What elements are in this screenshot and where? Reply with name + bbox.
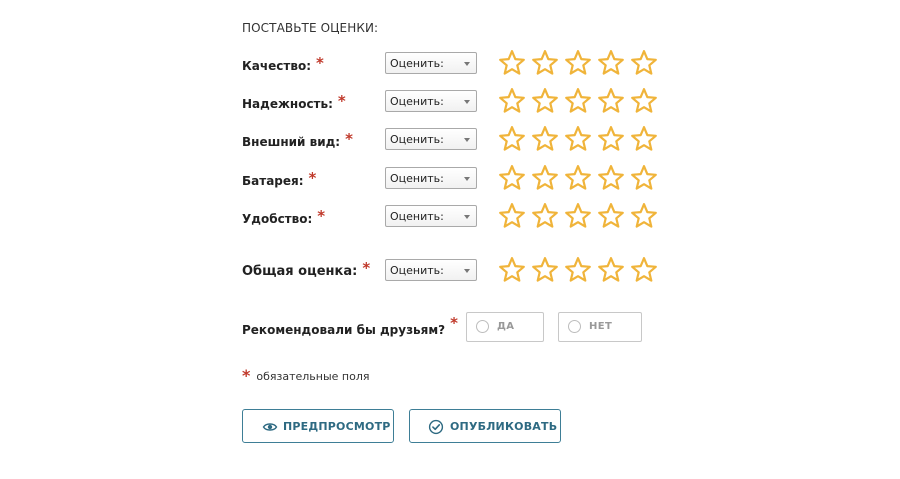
- star-outline-icon[interactable]: [564, 87, 592, 115]
- rating-row-quality: Качество: * Оценить:: [242, 49, 682, 77]
- required-mark: *: [316, 54, 324, 72]
- rating-select[interactable]: Оценить:: [385, 52, 477, 74]
- rating-row-appearance: Внешний вид: * Оценить:: [242, 125, 682, 153]
- rating-label: Батарея: *: [242, 169, 317, 188]
- star-outline-icon[interactable]: [630, 87, 658, 115]
- rating-select[interactable]: Оценить:: [385, 90, 477, 112]
- required-mark: *: [317, 207, 326, 225]
- rating-label: Внешний вид: *: [242, 130, 353, 149]
- chevron-down-icon: [464, 62, 470, 66]
- chevron-down-icon: [464, 177, 470, 181]
- required-mark: *: [337, 92, 346, 110]
- star-outline-icon[interactable]: [498, 164, 526, 192]
- eye-icon: [262, 423, 278, 431]
- required-mark: *: [242, 366, 251, 385]
- star-outline-icon[interactable]: [531, 87, 559, 115]
- star-outline-icon[interactable]: [630, 125, 658, 153]
- star-outline-icon[interactable]: [498, 87, 526, 115]
- star-outline-icon[interactable]: [498, 125, 526, 153]
- star-outline-icon[interactable]: [564, 256, 592, 284]
- required-note: * обязательные поля: [242, 366, 370, 385]
- star-outline-icon[interactable]: [597, 125, 625, 153]
- rating-row-battery: Батарея: * Оценить:: [242, 164, 682, 192]
- rating-select[interactable]: Оценить:: [385, 205, 477, 227]
- recommend-yes-option[interactable]: ДА: [466, 312, 544, 342]
- chevron-down-icon: [464, 269, 470, 273]
- chevron-down-icon: [464, 138, 470, 142]
- star-outline-icon[interactable]: [597, 256, 625, 284]
- required-mark: *: [308, 169, 317, 187]
- star-outline-icon[interactable]: [630, 49, 658, 77]
- required-mark: *: [362, 259, 371, 277]
- rating-row-overall: Общая оценка: * Оценить:: [242, 256, 682, 284]
- rating-row-convenience: Удобство: * Оценить:: [242, 202, 682, 230]
- required-mark: *: [450, 314, 458, 332]
- publish-button[interactable]: ОПУБЛИКОВАТЬ: [409, 409, 561, 443]
- star-outline-icon[interactable]: [597, 164, 625, 192]
- rating-label: Качество: *: [242, 54, 324, 73]
- rating-label: Общая оценка: *: [242, 259, 371, 279]
- rating-row-reliability: Надежность: * Оценить:: [242, 87, 682, 115]
- rating-select[interactable]: Оценить:: [385, 128, 477, 150]
- star-outline-icon[interactable]: [564, 49, 592, 77]
- rating-select[interactable]: Оценить:: [385, 167, 477, 189]
- star-outline-icon[interactable]: [531, 125, 559, 153]
- form-heading: ПОСТАВЬТЕ ОЦЕНКИ:: [242, 21, 379, 35]
- radio-icon: [476, 320, 489, 333]
- recommend-label: Рекомендовали бы друзьям? *: [242, 314, 458, 337]
- star-outline-icon[interactable]: [531, 256, 559, 284]
- star-outline-icon[interactable]: [531, 49, 559, 77]
- star-outline-icon[interactable]: [564, 125, 592, 153]
- preview-button[interactable]: ПРЕДПРОСМОТР: [242, 409, 394, 443]
- star-outline-icon[interactable]: [597, 49, 625, 77]
- star-outline-icon[interactable]: [531, 164, 559, 192]
- recommend-row: Рекомендовали бы друзьям? * ДА НЕТ: [242, 312, 682, 342]
- star-outline-icon[interactable]: [564, 202, 592, 230]
- star-outline-icon[interactable]: [564, 164, 592, 192]
- chevron-down-icon: [464, 215, 470, 219]
- star-outline-icon[interactable]: [597, 87, 625, 115]
- star-outline-icon[interactable]: [498, 256, 526, 284]
- required-mark: *: [345, 130, 353, 148]
- chevron-down-icon: [464, 100, 470, 104]
- star-outline-icon[interactable]: [531, 202, 559, 230]
- recommend-no-option[interactable]: НЕТ: [558, 312, 642, 342]
- star-outline-icon[interactable]: [498, 202, 526, 230]
- star-outline-icon[interactable]: [630, 202, 658, 230]
- rating-label: Удобство: *: [242, 207, 326, 226]
- star-outline-icon[interactable]: [630, 164, 658, 192]
- check-circle-icon: [428, 419, 444, 435]
- rating-label: Надежность: *: [242, 92, 346, 111]
- star-outline-icon[interactable]: [498, 49, 526, 77]
- rating-select[interactable]: Оценить:: [385, 259, 477, 281]
- radio-icon: [568, 320, 581, 333]
- star-outline-icon[interactable]: [597, 202, 625, 230]
- rating-form: ПОСТАВЬТЕ ОЦЕНКИ: Качество: * Оценить: На…: [242, 0, 682, 479]
- star-outline-icon[interactable]: [630, 256, 658, 284]
